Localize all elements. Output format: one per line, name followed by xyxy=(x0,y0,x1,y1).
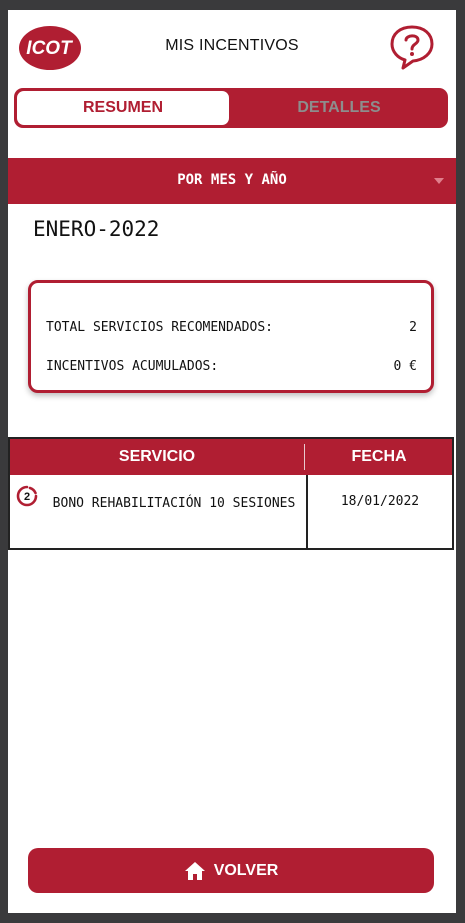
app-screen: ICOT MIS INCENTIVOS RESUMEN DETALLES POR… xyxy=(8,10,456,913)
month-title: ENERO-2022 xyxy=(33,217,160,241)
caret-down-icon xyxy=(434,178,444,184)
back-button[interactable]: VOLVER xyxy=(28,848,434,893)
total-services-label: TOTAL SERVICIOS RECOMENDADOS: xyxy=(46,320,273,335)
services-table: SERVICIO FECHA 2 BONO REHABILITACIÓN 10 … xyxy=(8,437,454,550)
period-selector-label: POR MES Y AÑO xyxy=(177,172,287,188)
home-icon xyxy=(184,861,205,880)
date-cell: 18/01/2022 xyxy=(340,494,420,509)
service-cell: BONO REHABILITACIÓN 10 SESIONES xyxy=(52,496,296,511)
header-divider xyxy=(304,444,305,470)
incentives-row: INCENTIVOS ACUMULADOS: 0 € xyxy=(46,359,417,377)
total-services-value: 2 xyxy=(409,320,417,335)
summary-card: TOTAL SERVICIOS RECOMENDADOS: 2 INCENTIV… xyxy=(28,280,434,393)
column-header-service: SERVICIO xyxy=(118,448,196,465)
count-badge-icon: 2 xyxy=(16,485,38,507)
app-header: ICOT MIS INCENTIVOS xyxy=(8,10,456,82)
table-header: SERVICIO FECHA xyxy=(10,439,452,475)
period-selector[interactable]: POR MES Y AÑO xyxy=(8,158,456,204)
help-icon[interactable] xyxy=(388,24,436,70)
table-row[interactable]: 2 BONO REHABILITACIÓN 10 SESIONES 18/01/… xyxy=(10,475,452,548)
tab-bar: RESUMEN DETALLES xyxy=(14,88,448,128)
count-badge-text: 2 xyxy=(24,491,30,503)
incentives-label: INCENTIVOS ACUMULADOS: xyxy=(46,359,219,374)
tab-resumen[interactable]: RESUMEN xyxy=(17,91,229,125)
back-button-label: VOLVER xyxy=(213,861,279,879)
tab-detalles[interactable]: DETALLES xyxy=(233,91,445,125)
column-header-date: FECHA xyxy=(351,448,407,465)
row-divider xyxy=(306,475,308,548)
total-services-row: TOTAL SERVICIOS RECOMENDADOS: 2 xyxy=(46,320,417,338)
incentives-value: 0 € xyxy=(393,359,417,374)
